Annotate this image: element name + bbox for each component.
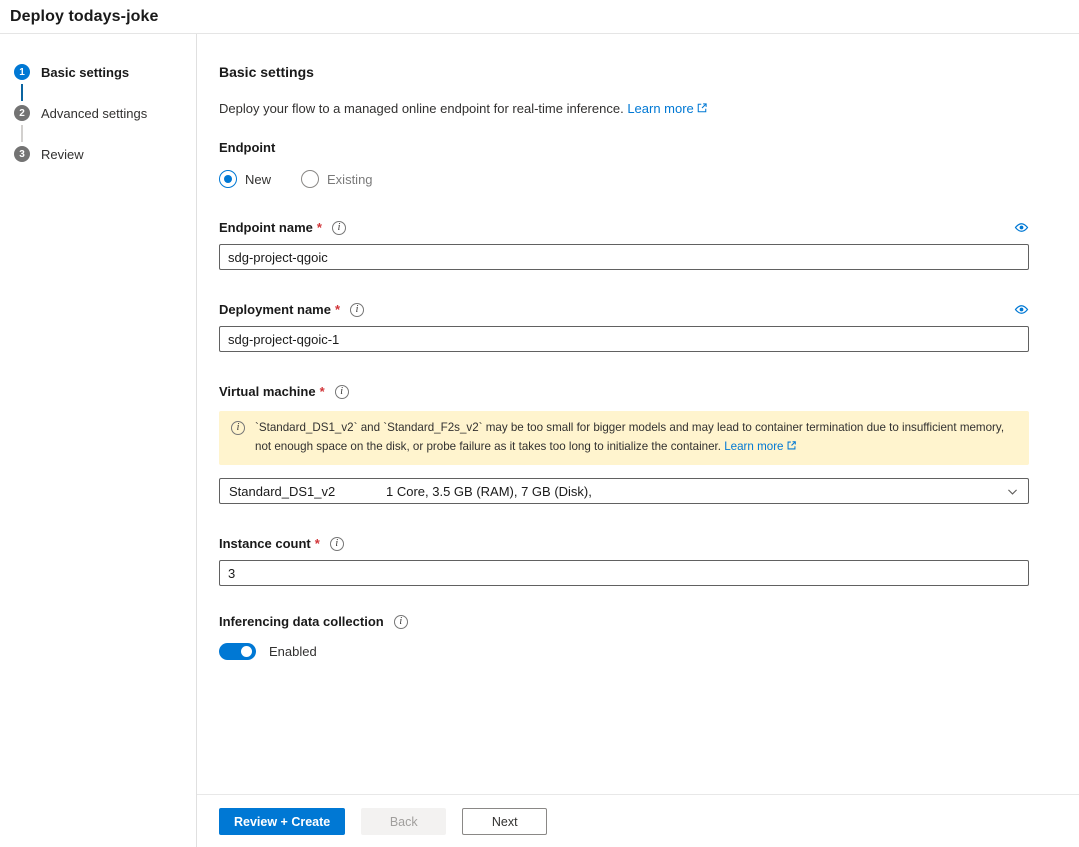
wizard-step-review[interactable]: 3 Review [14, 146, 196, 162]
label-left: Deployment name * [219, 302, 365, 317]
info-icon[interactable] [350, 302, 365, 317]
radio-unselected-icon [301, 170, 320, 188]
endpoint-name-label-row: Endpoint name * [219, 220, 1029, 235]
wizard-footer: Review + Create Back Next [197, 794, 1079, 847]
page-title: Deploy todays-joke [10, 8, 159, 25]
eye-icon[interactable] [1014, 302, 1029, 317]
endpoint-radio-group: New Existing [219, 170, 1029, 188]
info-icon[interactable] [331, 220, 346, 235]
endpoint-group-label: Endpoint [219, 140, 276, 155]
label-left: Virtual machine * [219, 384, 349, 399]
instance-count-label: Instance count [219, 536, 311, 552]
required-asterisk: * [319, 384, 325, 399]
radio-new-label: New [245, 171, 272, 187]
warning-learn-more-link[interactable]: Learn more [724, 440, 796, 453]
toggle-state-label: Enabled [269, 644, 317, 660]
learn-more-text: Learn more [627, 101, 694, 116]
wizard-step-advanced-settings[interactable]: 2 Advanced settings [14, 105, 196, 121]
required-asterisk: * [334, 302, 341, 317]
chevron-down-icon [1006, 485, 1019, 498]
step-2-badge: 2 [14, 105, 30, 121]
data-collection-toggle-row: Enabled [219, 643, 1029, 661]
basic-settings-form: Basic settings Deploy your flow to a man… [197, 34, 1079, 794]
required-asterisk: * [314, 536, 320, 552]
label-left: Endpoint name * [219, 220, 346, 235]
step-1-label: Basic settings [41, 64, 130, 80]
instance-count-label-row: Instance count * [219, 536, 1029, 551]
vm-size-warning-banner: `Standard_DS1_v2` and `Standard_F2s_v2` … [219, 411, 1029, 466]
step-2-label: Advanced settings [41, 105, 148, 121]
data-collection-label-row: Inferencing data collection [219, 614, 1029, 629]
endpoint-name-input[interactable] [219, 244, 1029, 270]
virtual-machine-label-row: Virtual machine * [219, 384, 1029, 399]
endpoint-name-label: Endpoint name [219, 220, 313, 235]
virtual-machine-field: Virtual machine * `Standard_DS1_v2` and … [219, 384, 1029, 505]
section-heading: Basic settings [219, 64, 314, 80]
step-connector-active [21, 84, 23, 101]
warning-text: `Standard_DS1_v2` and `Standard_F2s_v2` … [255, 421, 1005, 453]
data-collection-toggle[interactable] [219, 643, 256, 661]
description-text: Deploy your flow to a managed online end… [219, 101, 624, 116]
step-1-badge: 1 [14, 64, 30, 80]
instance-count-field: Instance count * [219, 536, 1029, 587]
step-connector [21, 125, 23, 142]
vm-sku-value: Standard_DS1_v2 [229, 483, 336, 499]
deployment-name-label-row: Deployment name * [219, 302, 1029, 317]
deployment-name-label: Deployment name [219, 302, 331, 317]
deployment-name-field: Deployment name * [219, 302, 1029, 352]
wizard-step-basic-settings[interactable]: 1 Basic settings [14, 64, 196, 80]
learn-more-link[interactable]: Learn more [627, 101, 707, 116]
radio-option-new[interactable]: New [219, 170, 271, 188]
endpoint-name-field: Endpoint name * [219, 220, 1029, 270]
warning-learn-more-text: Learn more [724, 439, 784, 453]
radio-selected-icon [219, 170, 237, 188]
step-3-label: Review [41, 146, 84, 162]
toggle-knob [241, 646, 252, 658]
page-header: Deploy todays-joke [0, 0, 1079, 34]
info-icon[interactable] [329, 536, 344, 551]
info-icon[interactable] [393, 614, 408, 629]
label-left: Instance count * [219, 536, 344, 551]
review-create-button[interactable]: Review + Create [219, 808, 346, 835]
vm-specs-value: 1 Core, 3.5 GB (RAM), 7 GB (Disk), [386, 483, 592, 499]
info-icon[interactable] [334, 384, 349, 399]
wizard-steps-sidebar: 1 Basic settings 2 Advanced settings 3 R… [0, 34, 197, 847]
warning-info-icon [231, 421, 245, 435]
back-button[interactable]: Back [361, 808, 447, 835]
eye-icon[interactable] [1014, 220, 1029, 235]
content-row: 1 Basic settings 2 Advanced settings 3 R… [0, 34, 1079, 847]
required-asterisk: * [316, 220, 322, 235]
radio-existing-label: Existing [327, 171, 373, 187]
external-link-icon [697, 103, 707, 113]
next-button[interactable]: Next [462, 808, 548, 835]
main-panel: Basic settings Deploy your flow to a man… [197, 34, 1079, 847]
instance-count-input[interactable] [219, 560, 1029, 587]
virtual-machine-dropdown[interactable]: Standard_DS1_v2 1 Core, 3.5 GB (RAM), 7 … [219, 478, 1029, 505]
radio-option-existing[interactable]: Existing [301, 170, 373, 188]
warning-content: `Standard_DS1_v2` and `Standard_F2s_v2` … [255, 419, 1017, 456]
deployment-name-input[interactable] [219, 326, 1029, 352]
virtual-machine-label: Virtual machine [219, 384, 316, 399]
step-3-badge: 3 [14, 146, 30, 162]
section-description: Deploy your flow to a managed online end… [219, 101, 1029, 116]
external-link-icon [787, 440, 796, 449]
data-collection-label: Inferencing data collection [219, 614, 384, 630]
